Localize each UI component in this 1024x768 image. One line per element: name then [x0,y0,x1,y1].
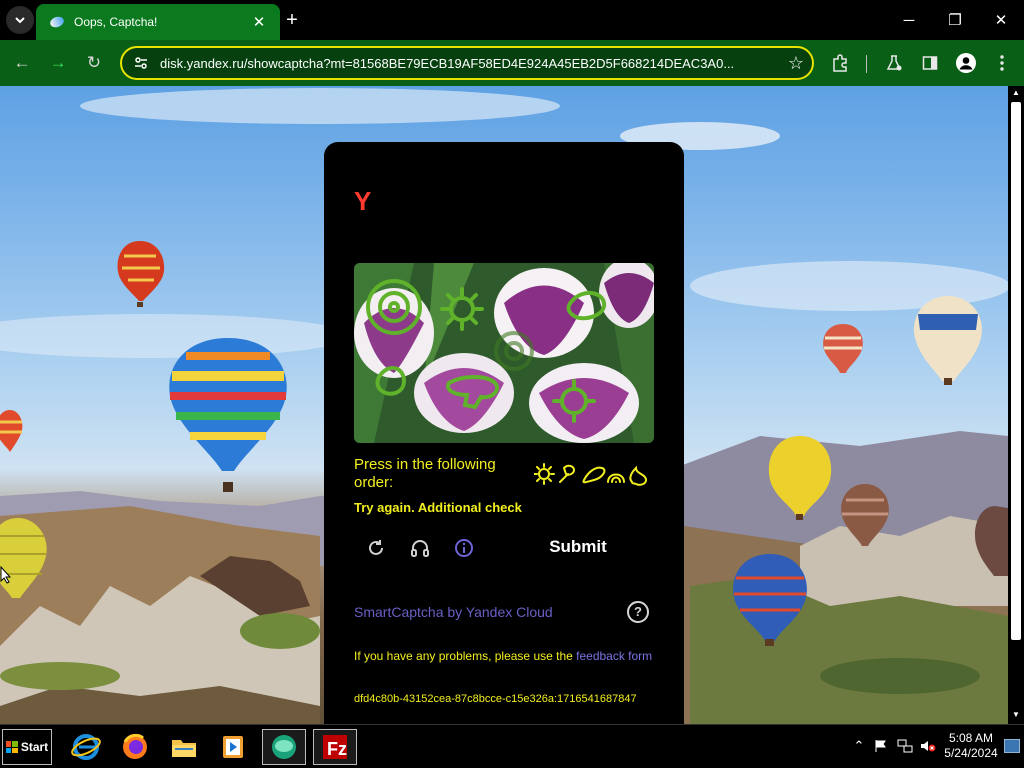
feedback-link[interactable]: feedback form [576,649,652,663]
info-button[interactable] [450,534,478,562]
page-scrollbar[interactable]: ▲ ▼ [1008,86,1024,724]
start-label: Start [20,740,49,754]
scroll-up-icon[interactable]: ▲ [1008,86,1024,100]
captcha-instruction: Press in the following order: [354,456,496,491]
brand-link[interactable]: SmartCaptcha by Yandex Cloud [354,604,553,620]
back-button[interactable]: ← [8,49,36,77]
order-sequence-icon [533,463,648,486]
labs-icon[interactable] [880,49,908,77]
minimize-button[interactable]: ─ [895,6,923,34]
show-desktop-button[interactable] [1004,739,1020,753]
problem-prefix: If you have any problems, please use the [354,649,577,663]
tulips-image [354,263,654,443]
taskbar: Start Fz ⌃ 5:08 AM 5/24/2024 [0,724,1024,768]
flag-icon[interactable] [871,735,891,757]
tab-title: Oops, Captcha! [74,15,158,29]
audio-button[interactable] [406,534,434,562]
help-icon[interactable]: ? [627,601,649,623]
forward-button[interactable]: → [44,49,72,77]
captcha-error: Try again. Additional check [354,500,522,515]
captcha-image[interactable] [354,263,654,443]
tray-chevron-icon[interactable]: ⌃ [849,735,869,757]
scroll-down-icon[interactable]: ▼ [1008,708,1024,722]
info-icon [455,539,473,557]
site-settings-icon[interactable] [126,48,156,78]
balloon-1 [117,241,165,307]
network-icon[interactable] [895,735,915,757]
svg-text:Fz: Fz [327,739,347,759]
tab-search-button[interactable] [6,6,34,34]
refresh-button[interactable] [362,534,390,562]
clock-time: 5:08 AM [948,731,994,745]
balloon-5 [823,324,863,373]
menu-icon[interactable] [988,49,1016,77]
close-window-button[interactable]: ✕ [987,6,1015,34]
tab-strip: Oops, Captcha! ✕ + ─ ❐ ✕ [0,0,1024,40]
problem-text: If you have any problems, please use the… [354,648,654,664]
yandex-logo: Y [354,186,372,216]
request-id: dfd4c80b-43152cea-87c8bcce-c15e326a:1716… [354,693,637,705]
sidepanel-icon[interactable] [916,49,944,77]
browser-taskbar-icon[interactable] [262,729,306,765]
favicon-icon [48,14,66,30]
profile-icon[interactable] [952,49,980,77]
balloon-2 [169,338,287,492]
balloon-6 [914,296,982,385]
balloon-3 [0,410,23,452]
toolbar-divider [866,55,867,73]
new-tab-button[interactable]: + [280,8,304,32]
media-player-icon[interactable] [211,729,255,765]
windows-logo-icon [5,741,18,753]
mouse-cursor-icon [0,566,12,584]
file-explorer-icon[interactable] [162,729,206,765]
browser-toolbar: ← → ↻ disk.yandex.ru/showcaptcha?mt=8156… [0,40,1024,86]
internet-explorer-icon[interactable] [64,729,108,765]
reload-icon [369,540,383,555]
address-bar[interactable]: disk.yandex.ru/showcaptcha?mt=81568BE79E… [120,46,814,80]
star-icon[interactable]: ☆ [780,53,812,74]
reload-button[interactable]: ↻ [80,49,108,77]
order-icons [533,462,654,486]
close-tab-button[interactable]: ✕ [248,13,270,31]
clock-date: 5/24/2024 [944,746,998,760]
extensions-icon[interactable] [826,49,854,77]
filezilla-icon[interactable]: Fz [313,729,357,765]
tab-active[interactable]: Oops, Captcha! ✕ [36,4,280,40]
system-clock[interactable]: 5:08 AM 5/24/2024 [936,731,1006,761]
captcha-dialog: Y Press in the following order: Try agai… [324,142,684,742]
scroll-thumb[interactable] [1011,102,1021,640]
audio-icon [411,540,429,557]
volume-muted-icon[interactable] [918,735,938,757]
chevron-down-icon [15,17,25,24]
url-text: disk.yandex.ru/showcaptcha?mt=81568BE79E… [160,55,735,71]
start-button[interactable]: Start [2,729,52,765]
firefox-icon[interactable] [113,729,157,765]
submit-button[interactable]: Submit [524,530,632,564]
screen: Oops, Captcha! ✕ + ─ ❐ ✕ ← → ↻ disk.yand… [0,0,1024,768]
restore-button[interactable]: ❐ [941,6,969,34]
